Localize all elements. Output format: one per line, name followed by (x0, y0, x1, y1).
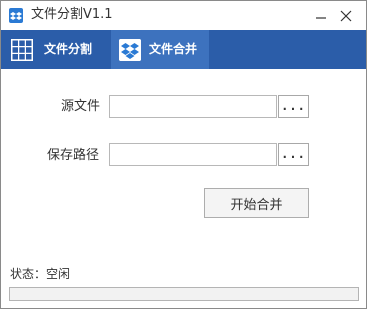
status-text: 状态：空闲 (10, 267, 71, 281)
browse-save-path-button[interactable]: ... (278, 143, 309, 166)
tab-file-split[interactable]: 文件分割 (1, 30, 111, 69)
source-file-input[interactable] (109, 95, 277, 118)
tab-file-merge[interactable]: 文件合并 (111, 30, 209, 69)
window-title: 文件分割V1.1 (31, 7, 113, 22)
save-path-input[interactable] (109, 143, 277, 166)
progress-bar (9, 287, 359, 301)
tab-bar: 文件分割 文件合并 (1, 30, 366, 69)
close-icon[interactable] (338, 8, 354, 24)
dropbox-icon (119, 39, 141, 61)
app-logo-icon (9, 8, 23, 23)
title-bar: 文件分割V1.1 (1, 1, 366, 30)
tab-label: 文件分割 (44, 42, 93, 56)
start-merge-button[interactable]: 开始合并 (204, 188, 309, 218)
minimize-icon[interactable] (313, 8, 329, 24)
save-path-label: 保存路径 (47, 148, 100, 163)
grid-icon (11, 39, 33, 61)
tab-label: 文件合并 (149, 42, 198, 56)
app-window: 文件分割V1.1 文件分割 文件合并 源文件 ... 保存路径 ... 开始合并… (0, 0, 367, 309)
source-file-label: 源文件 (61, 99, 101, 114)
browse-source-button[interactable]: ... (278, 95, 309, 118)
